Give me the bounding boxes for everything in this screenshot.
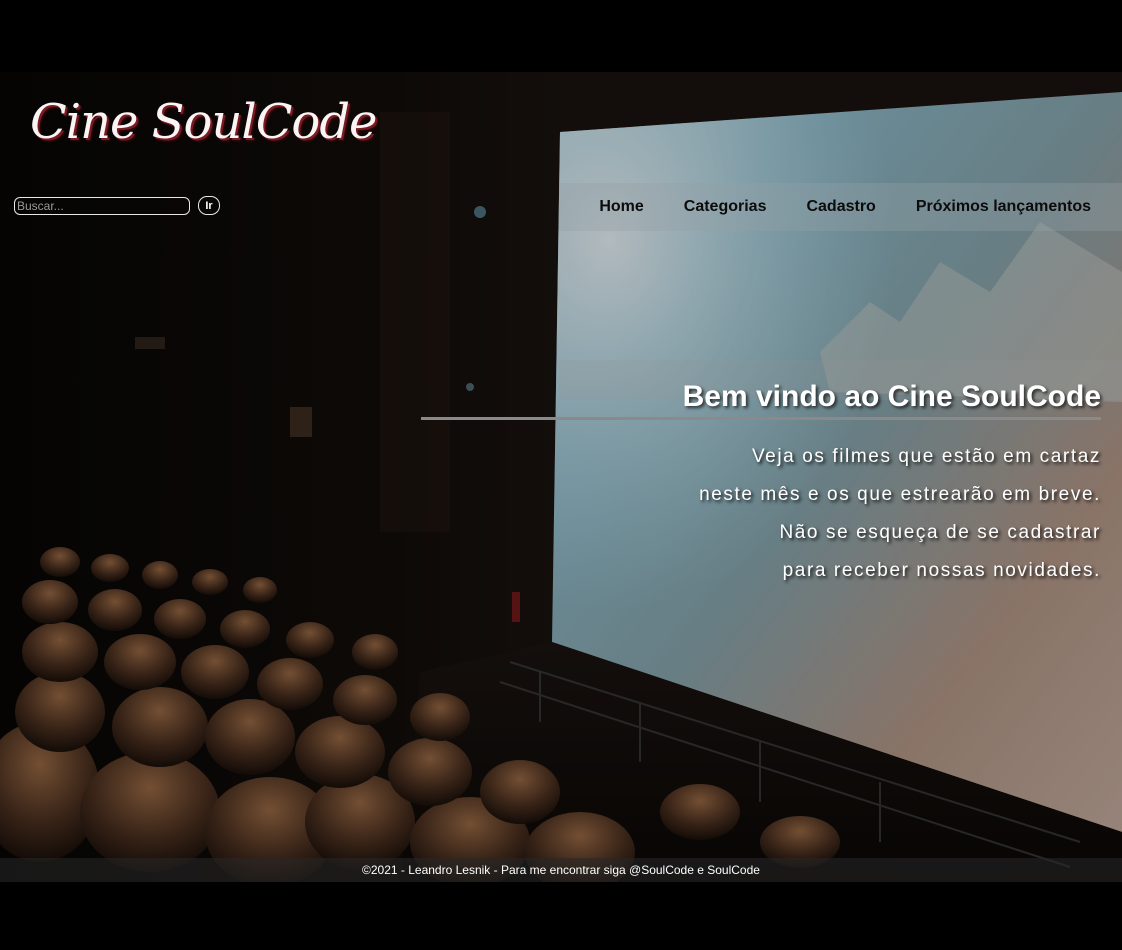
hero-background: Cine SoulCode Ir Home Categorias Cadastr… [0, 72, 1122, 882]
intro-line: Veja os filmes que estão em cartaz [751, 446, 1101, 467]
nav-cadastro-link[interactable]: Cadastro [806, 198, 875, 216]
search-input[interactable] [14, 196, 190, 215]
intro-line: para receber nossas novidades. [782, 560, 1101, 581]
nav-home-link[interactable]: Home [599, 198, 643, 216]
welcome-title: Bem vindo ao Cine SoulCode [682, 380, 1101, 413]
footer: ©2021 - Leandro Lesnik - Para me encontr… [0, 858, 1122, 882]
intro-line: Não se esqueça de se cadastrar [779, 522, 1101, 543]
search-button[interactable]: Ir [198, 196, 220, 215]
nav-categorias-link[interactable]: Categorias [684, 198, 767, 216]
main-nav: Home Categorias Cadastro Próximos lançam… [559, 183, 1122, 231]
page: Cine SoulCode Ir Home Categorias Cadastr… [0, 0, 1122, 950]
search-form: Ir [14, 196, 220, 215]
nav-proximos-lancamentos-link[interactable]: Próximos lançamentos [916, 198, 1091, 216]
intro-line: neste mês e os que estrearão em breve. [699, 484, 1101, 505]
footer-text: ©2021 - Leandro Lesnik - Para me encontr… [362, 863, 760, 877]
title-divider [421, 417, 1101, 420]
site-logo[interactable]: Cine SoulCode [30, 94, 377, 150]
intro-text: Veja os filmes que estão em cartaz neste… [699, 438, 1101, 590]
